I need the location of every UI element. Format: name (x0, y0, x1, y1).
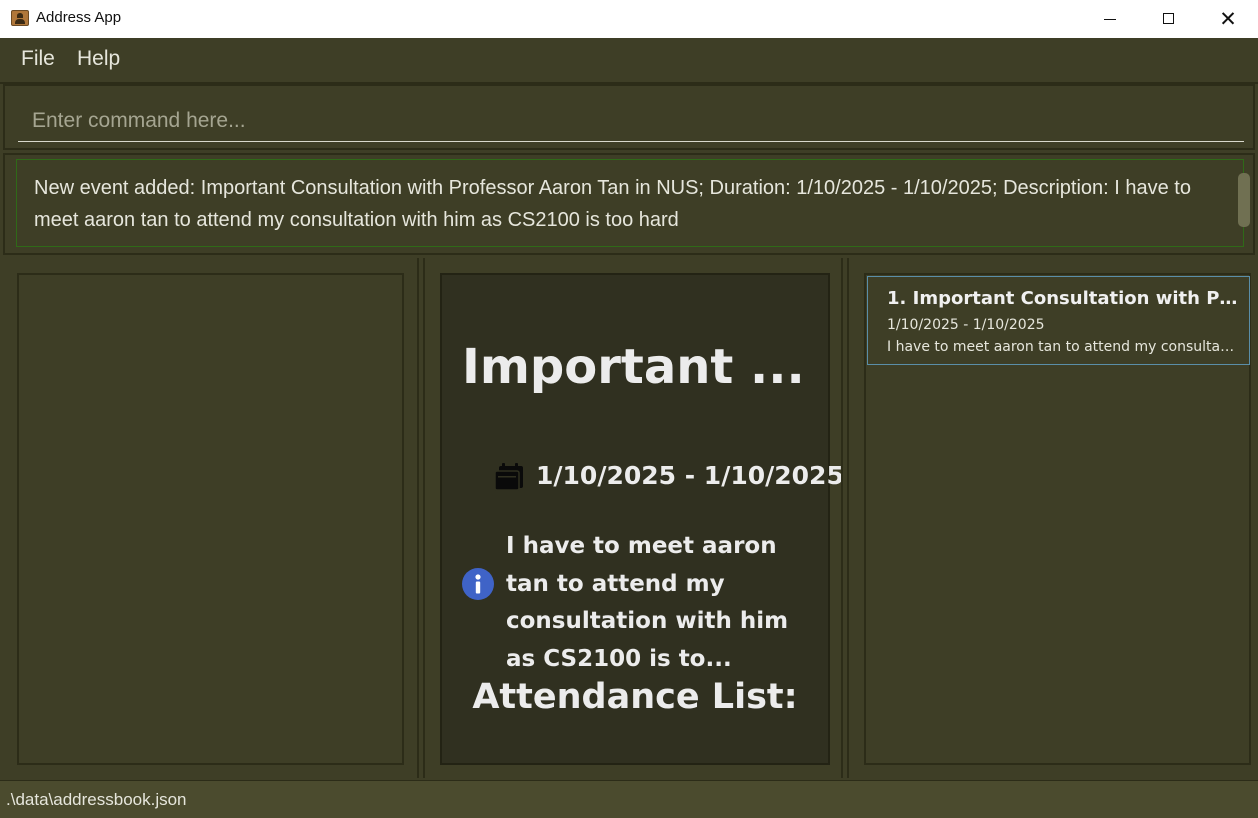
result-display: New event added: Important Consultation … (3, 153, 1255, 255)
save-location-path: .\data\addressbook.json (6, 790, 187, 809)
event-list-item[interactable]: 1. Important Consultation with Professor… (867, 276, 1250, 365)
menu-bar: File Help (0, 38, 1258, 84)
result-text-area[interactable]: New event added: Important Consultation … (16, 159, 1250, 247)
maximize-icon[interactable] (1139, 0, 1199, 38)
title-bar: Address App ✕ (0, 0, 1258, 39)
window-title: Address App (36, 9, 122, 26)
event-list-panel: 1. Important Consultation with Professor… (864, 273, 1251, 765)
address-book-icon (11, 10, 29, 26)
menu-help[interactable]: Help (77, 47, 120, 71)
command-input[interactable] (18, 100, 1244, 142)
event-detail-title: Important ... (462, 339, 805, 395)
command-box (3, 84, 1255, 150)
event-card-title: 1. Important Consultation with Professor… (887, 288, 1239, 309)
attendance-list-heading: Attendance List: (472, 677, 798, 717)
close-icon[interactable]: ✕ (1198, 0, 1258, 38)
main-area: Important ... 1/10/2025 - 1/10/2025 I ha… (0, 258, 1258, 778)
person-list-panel (17, 273, 404, 765)
result-scrollbar[interactable] (1238, 173, 1250, 227)
menu-file[interactable]: File (21, 47, 55, 71)
minimize-icon[interactable] (1079, 0, 1139, 38)
event-card-dates: 1/10/2025 - 1/10/2025 (887, 317, 1045, 333)
split-divider-right[interactable] (841, 258, 849, 778)
event-detail-dates: 1/10/2025 - 1/10/2025 (536, 461, 844, 490)
split-divider-left[interactable] (417, 258, 425, 778)
event-detail-panel: Important ... 1/10/2025 - 1/10/2025 I ha… (440, 273, 844, 765)
result-message: New event added: Important Consultation … (34, 177, 1191, 231)
status-bar: .\data\addressbook.json (0, 780, 1258, 818)
event-detail-description: I have to meet aaron tan to attend my co… (506, 533, 789, 672)
calendar-icon (494, 463, 523, 491)
event-card-description: I have to meet aaron tan to attend my co… (887, 339, 1239, 355)
info-icon (462, 568, 494, 600)
